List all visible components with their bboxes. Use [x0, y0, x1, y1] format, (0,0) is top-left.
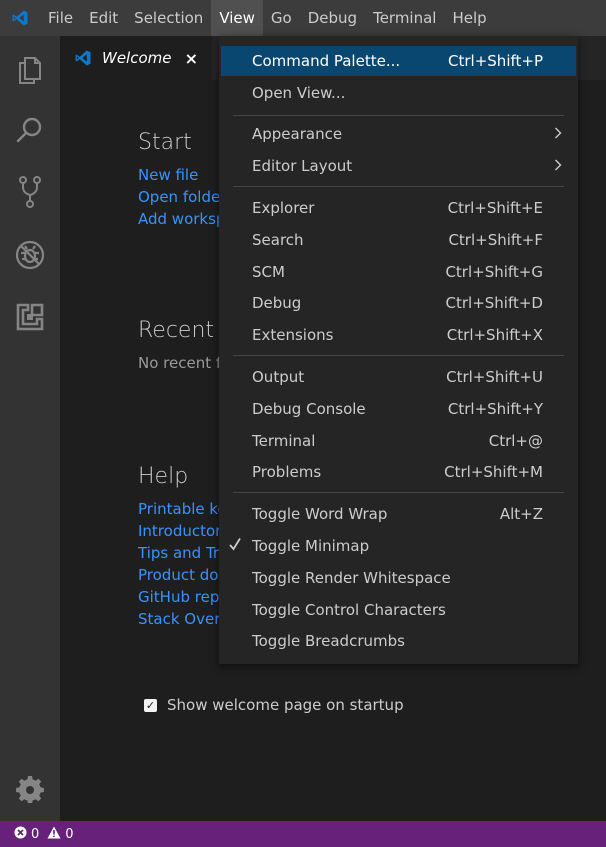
- menu-item-shortcut: Ctrl+Shift+P: [448, 52, 543, 70]
- source-control-icon[interactable]: [0, 162, 60, 222]
- debug-icon[interactable]: [0, 225, 60, 285]
- startup-label: Show welcome page on startup: [167, 696, 404, 714]
- menu-item-search[interactable]: Search Ctrl+Shift+F: [221, 225, 576, 255]
- tab-welcome-label: Welcome: [102, 49, 172, 67]
- menu-item-toggle-word-wrap[interactable]: Toggle Word Wrap Alt+Z: [221, 499, 576, 529]
- menu-item-label: Open View...: [252, 84, 346, 102]
- chevron-right-icon: [554, 125, 562, 143]
- menu-separator: [233, 492, 564, 493]
- menu-item-shortcut: Ctrl+Shift+G: [445, 263, 543, 281]
- menu-item-toggle-control-characters[interactable]: Toggle Control Characters: [221, 595, 576, 625]
- menu-item-toggle-minimap[interactable]: Toggle Minimap: [221, 531, 576, 561]
- menu-item-shortcut: Ctrl+Shift+D: [445, 294, 543, 312]
- menu-item-output[interactable]: Output Ctrl+Shift+U: [221, 362, 576, 392]
- status-bar: 0 0: [0, 821, 606, 847]
- menu-item-label: Extensions: [252, 326, 334, 344]
- menu-item-shortcut: Ctrl+Shift+E: [447, 199, 543, 217]
- menu-item-command-palette[interactable]: Command Palette... Ctrl+Shift+P: [221, 46, 576, 76]
- menu-item-shortcut: Ctrl+Shift+X: [446, 326, 543, 344]
- errors-indicator[interactable]: 0: [14, 825, 40, 843]
- menu-item-label: Editor Layout: [252, 157, 353, 175]
- gear-icon[interactable]: [0, 759, 60, 819]
- menu-item-label: Terminal: [252, 432, 316, 450]
- vscode-logo-icon: [0, 0, 40, 36]
- menu-separator: [233, 355, 564, 356]
- warnings-indicator[interactable]: 0: [47, 826, 74, 843]
- help-link-printable[interactable]: Printable ke: [138, 500, 227, 518]
- menu-edit[interactable]: Edit: [81, 0, 126, 36]
- checkmark-icon: [229, 537, 241, 555]
- menu-item-label: Debug Console: [252, 400, 366, 418]
- help-heading: Help: [138, 464, 189, 489]
- menu-separator: [233, 186, 564, 187]
- menu-help[interactable]: Help: [444, 0, 494, 36]
- search-icon[interactable]: [0, 100, 60, 160]
- menu-item-shortcut: Ctrl+Shift+U: [446, 368, 543, 386]
- startup-checkbox[interactable]: ✓: [144, 698, 157, 712]
- activity-bar: [0, 36, 60, 821]
- startup-option: ✓ Show welcome page on startup: [144, 696, 404, 714]
- title-bar: File Edit Selection View Go Debug Termin…: [0, 0, 606, 36]
- help-link-docs[interactable]: Product doc: [138, 566, 227, 584]
- menu-item-extensions[interactable]: Extensions Ctrl+Shift+X: [221, 320, 576, 350]
- menu-item-terminal[interactable]: Terminal Ctrl+@: [221, 426, 576, 456]
- menu-item-label: Explorer: [252, 199, 315, 217]
- menu-item-label: Problems: [252, 463, 322, 481]
- menu-selection[interactable]: Selection: [126, 0, 211, 36]
- menu-item-explorer[interactable]: Explorer Ctrl+Shift+E: [221, 193, 576, 223]
- extensions-icon[interactable]: [0, 287, 60, 347]
- explorer-icon[interactable]: [0, 40, 60, 100]
- menu-view[interactable]: View: [211, 0, 263, 36]
- menu-terminal[interactable]: Terminal: [365, 0, 444, 36]
- menu-item-label: SCM: [252, 263, 285, 281]
- menu-item-label: Toggle Word Wrap: [252, 505, 388, 523]
- menu-item-label: Toggle Control Characters: [252, 601, 446, 619]
- error-icon: [14, 825, 27, 843]
- menu-item-open-view[interactable]: Open View...: [221, 78, 576, 108]
- menu-item-toggle-breadcrumbs[interactable]: Toggle Breadcrumbs: [221, 626, 576, 656]
- menu-item-shortcut: Ctrl+Shift+M: [444, 463, 543, 481]
- menu-item-label: Appearance: [252, 125, 343, 143]
- menu-item-editor-layout[interactable]: Editor Layout: [221, 151, 576, 181]
- menu-item-shortcut: Ctrl+@: [488, 432, 543, 450]
- menu-item-debug[interactable]: Debug Ctrl+Shift+D: [221, 288, 576, 318]
- new-file-link[interactable]: New file: [138, 166, 198, 184]
- help-link-github[interactable]: GitHub repo: [138, 588, 229, 606]
- menu-item-label: Command Palette...: [252, 52, 401, 70]
- error-count: 0: [31, 826, 40, 842]
- menu-item-shortcut: Alt+Z: [499, 505, 543, 523]
- menu-item-toggle-render-whitespace[interactable]: Toggle Render Whitespace: [221, 563, 576, 593]
- no-recent-text: No recent f: [138, 354, 222, 372]
- menu-item-debug-console[interactable]: Debug Console Ctrl+Shift+Y: [221, 394, 576, 424]
- help-link-tips[interactable]: Tips and Tri: [138, 544, 223, 562]
- menu-file[interactable]: File: [40, 0, 81, 36]
- open-folder-link[interactable]: Open folde: [138, 188, 220, 206]
- menu-item-shortcut: Ctrl+Shift+Y: [447, 400, 543, 418]
- start-heading: Start: [138, 130, 192, 155]
- tab-welcome[interactable]: Welcome ×: [60, 36, 212, 80]
- warning-count: 0: [65, 826, 74, 842]
- help-link-intro[interactable]: Introductor: [138, 522, 221, 540]
- close-icon[interactable]: ×: [185, 49, 198, 68]
- menu-go[interactable]: Go: [263, 0, 300, 36]
- menu-item-label: Search: [252, 231, 304, 249]
- menu-item-label: Output: [252, 368, 305, 386]
- menu-item-shortcut: Ctrl+Shift+F: [448, 231, 543, 249]
- menu-item-appearance[interactable]: Appearance: [221, 119, 576, 149]
- menu-item-label: Toggle Render Whitespace: [252, 569, 451, 587]
- vscode-tab-icon: [75, 50, 91, 66]
- view-menu-dropdown: Command Palette... Ctrl+Shift+P Open Vie…: [219, 36, 578, 664]
- menu-item-problems[interactable]: Problems Ctrl+Shift+M: [221, 457, 576, 487]
- add-workspace-link[interactable]: Add worksp: [138, 210, 225, 228]
- menu-item-label: Toggle Minimap: [252, 537, 370, 555]
- chevron-right-icon: [554, 157, 562, 175]
- menu-debug[interactable]: Debug: [300, 0, 365, 36]
- recent-heading: Recent: [138, 318, 215, 343]
- menu-separator: [233, 115, 564, 116]
- warning-icon: [47, 826, 61, 843]
- help-link-stackoverflow[interactable]: Stack Overf: [138, 610, 226, 628]
- menu-item-label: Toggle Breadcrumbs: [252, 632, 405, 650]
- menu-item-label: Debug: [252, 294, 302, 312]
- menu-item-scm[interactable]: SCM Ctrl+Shift+G: [221, 257, 576, 287]
